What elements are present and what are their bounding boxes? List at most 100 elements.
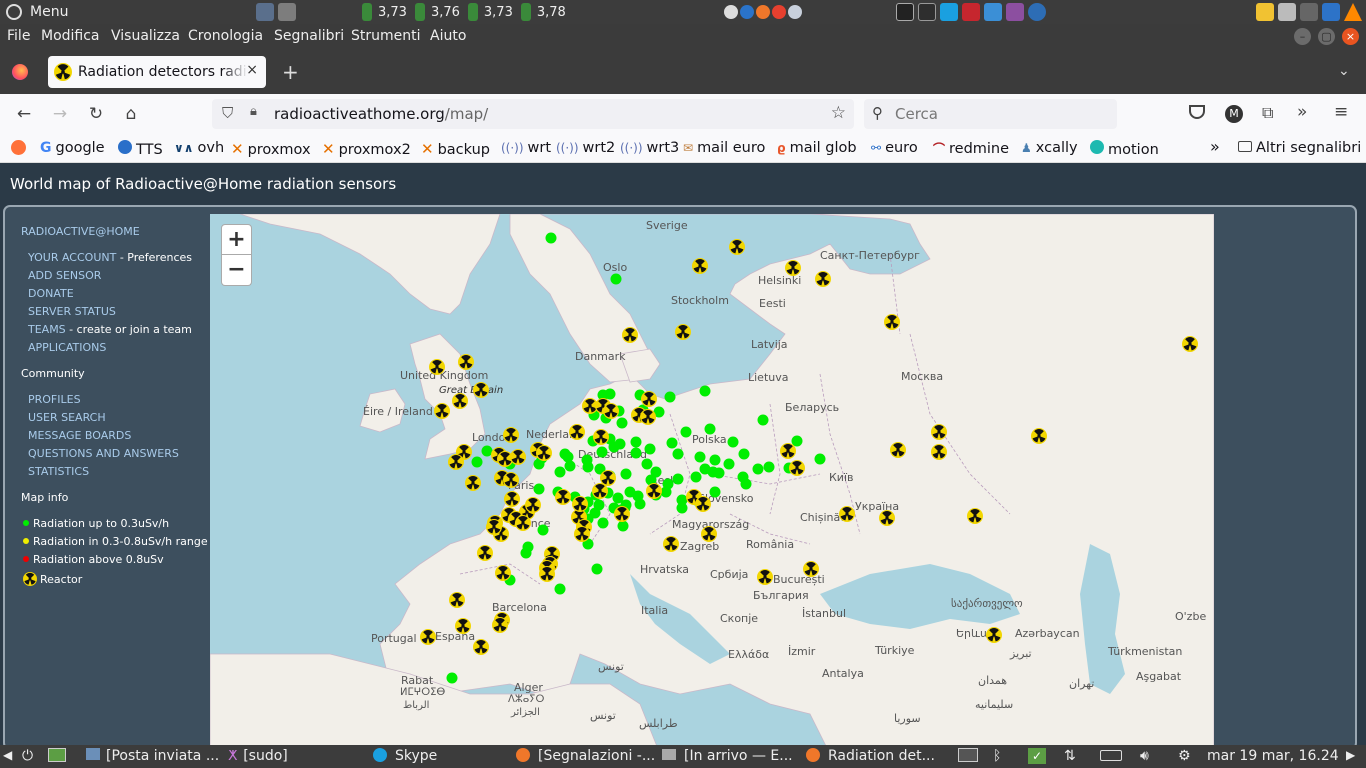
bookmark-euro[interactable]: ⚯ euro: [871, 140, 918, 156]
taskbar-item-segnalazioni[interactable]: [Segnalazioni -...: [516, 748, 655, 764]
bookmark-proxmox[interactable]: ✕ proxmox: [231, 140, 311, 158]
bookmark-mail-glob[interactable]: ϱ mail glob: [777, 140, 857, 156]
tab-radiation-detectors[interactable]: Radiation detectors radioa ×: [48, 56, 266, 88]
battery-icon[interactable]: [1100, 748, 1122, 764]
chrome-launcher-icon[interactable]: [772, 5, 786, 19]
menu-visualizza[interactable]: Visualizza: [111, 28, 180, 44]
taskbar-item-skype[interactable]: Skype: [373, 748, 437, 764]
new-tab-button[interactable]: +: [282, 60, 299, 84]
workspace-icon[interactable]: [256, 3, 274, 21]
disk-icon[interactable]: [1300, 3, 1318, 21]
menu-modifica[interactable]: Modifica: [41, 28, 100, 44]
taskbar-item-sudo[interactable]: ⵅ [sudo]: [228, 748, 288, 764]
shield-icon[interactable]: ⛉: [222, 104, 233, 122]
menu-aiuto[interactable]: Aiuto: [430, 28, 466, 44]
menu-button[interactable]: Menu: [4, 0, 68, 24]
forward-arrow-icon[interactable]: →: [50, 104, 70, 124]
taskbar-item-posta[interactable]: [Posta inviata ...: [86, 748, 219, 764]
taskbar-item-in-arrivo[interactable]: [In arrivo — E...: [662, 748, 793, 764]
sidebar-link-questions-answers[interactable]: QUESTIONS AND ANSWERS: [28, 447, 179, 460]
bookmark-redmine[interactable]: ⌒ redmine: [933, 140, 1009, 157]
pocket-icon[interactable]: [1189, 105, 1205, 119]
sidebar-link-statistics[interactable]: STATISTICS: [28, 465, 89, 478]
image-viewer-icon[interactable]: [1322, 3, 1340, 21]
filezilla-launcher-icon[interactable]: [962, 3, 980, 21]
back-arrow-icon[interactable]: ←: [14, 104, 34, 124]
system-monitor-launcher-icon[interactable]: [918, 3, 936, 21]
sidebar-link-profiles[interactable]: PROFILES: [28, 393, 81, 406]
clock[interactable]: mar 19 mar, 16.24: [1207, 748, 1339, 764]
calculator-icon[interactable]: [1278, 3, 1296, 21]
home-icon[interactable]: ⌂: [121, 104, 141, 124]
lock-icon[interactable]: 🔒︎: [250, 104, 257, 119]
panel-right-arrow-icon[interactable]: ▶: [1346, 748, 1355, 762]
panel-left-arrow-icon[interactable]: ◀: [3, 748, 12, 762]
screen-tray-icon[interactable]: [958, 748, 978, 766]
vlc-icon[interactable]: [1344, 3, 1362, 21]
remote-desktop-launcher-icon[interactable]: [1006, 3, 1024, 21]
window-close-button[interactable]: ×: [1342, 28, 1359, 45]
url-bar[interactable]: ⛉ 🔒︎ radioactiveathome.org/map/ ☆: [212, 99, 854, 129]
power-icon[interactable]: ⏻: [22, 748, 33, 764]
mail-launcher-icon[interactable]: [724, 5, 738, 19]
browser-launcher-icon[interactable]: [788, 5, 802, 19]
bookmark-wrt[interactable]: ((·)) wrt: [501, 140, 551, 156]
bookmark-mail-euro[interactable]: ✉ mail euro: [683, 140, 765, 156]
bookmark-xcally[interactable]: ♟ xcally: [1021, 140, 1078, 156]
menu-cronologia[interactable]: Cronologia: [188, 28, 263, 44]
sidebar-link-add-sensor[interactable]: ADD SENSOR: [28, 269, 101, 282]
update-check-icon[interactable]: ✓: [1028, 748, 1046, 764]
thunderbird-launcher-icon[interactable]: [740, 5, 754, 19]
bookmark-ovh[interactable]: ∨∧ ovh: [174, 140, 224, 156]
firefox-launcher-icon[interactable]: [756, 5, 770, 19]
menu-segnalibri[interactable]: Segnalibri: [274, 28, 344, 44]
overflow-chevron-icon[interactable]: »: [1297, 102, 1307, 122]
sidebar-link-message-boards[interactable]: MESSAGE BOARDS: [28, 429, 131, 442]
sidebar-link-your-account[interactable]: YOUR ACCOUNT: [28, 251, 116, 264]
sidebar-brand[interactable]: RADIOACTIVE@HOME: [21, 225, 140, 238]
sensor-map[interactable]: + − Sverige Oslo Stockholm Helsinki Санк…: [210, 214, 1214, 754]
network-icon[interactable]: ⇅: [1064, 748, 1076, 764]
terminal-launcher-icon[interactable]: [896, 3, 914, 21]
search-bar[interactable]: ⚲ Cerca: [864, 99, 1117, 129]
bookmark-tts[interactable]: TTS: [118, 140, 163, 158]
taskbar-item-radiation[interactable]: Radiation det...: [806, 748, 935, 764]
menu-strumenti[interactable]: Strumenti: [351, 28, 421, 44]
sidebar-link-donate[interactable]: DONATE: [28, 287, 74, 300]
teamviewer-launcher-icon[interactable]: [1028, 3, 1046, 21]
bookmark-google[interactable]: Ggoogle: [40, 140, 105, 156]
list-tabs-chevron-icon[interactable]: ⌄: [1338, 63, 1350, 79]
menu-file[interactable]: File: [7, 28, 30, 44]
settings-gear-icon[interactable]: ⚙: [1178, 748, 1191, 764]
sidebar-link-server-status[interactable]: SERVER STATUS: [28, 305, 116, 318]
tab-close-button[interactable]: ×: [246, 62, 258, 78]
monitor-icon[interactable]: [278, 3, 296, 21]
minimize-button[interactable]: –: [1294, 28, 1311, 45]
show-desktop-icon[interactable]: [48, 748, 66, 766]
bookmark-proxmox2[interactable]: ✕ proxmox2: [322, 140, 411, 158]
hamburger-menu-icon[interactable]: ≡: [1334, 102, 1348, 122]
other-bookmarks-folder[interactable]: Altri segnalibri: [1238, 140, 1361, 156]
account-avatar[interactable]: M: [1225, 105, 1243, 123]
bookmark-wrt3[interactable]: ((·)) wrt3: [620, 140, 679, 156]
bookmark-wrt2[interactable]: ((·)) wrt2: [556, 140, 615, 156]
bookmarks-overflow-chevron-icon[interactable]: »: [1210, 137, 1220, 156]
firefox-bookmark-icon[interactable]: [11, 140, 30, 159]
zoom-out-button[interactable]: −: [221, 255, 252, 286]
app-grid-icon[interactable]: [1256, 3, 1274, 21]
extensions-icon[interactable]: ⧉: [1262, 103, 1273, 123]
monitor-app-launcher-icon[interactable]: [984, 3, 1002, 21]
zoom-in-button[interactable]: +: [221, 224, 252, 255]
bluetooth-icon[interactable]: ᛒ: [993, 748, 1001, 764]
reload-icon[interactable]: ↻: [86, 104, 106, 124]
maximize-button[interactable]: ▢: [1318, 28, 1335, 45]
volume-icon[interactable]: 🔊︎: [1140, 748, 1149, 764]
firefox-view-icon[interactable]: [12, 64, 28, 80]
sidebar-link-teams[interactable]: TEAMS: [28, 323, 66, 336]
sidebar-link-user-search[interactable]: USER SEARCH: [28, 411, 106, 424]
bookmark-motion[interactable]: motion: [1090, 140, 1159, 158]
bookmark-backup[interactable]: ✕ backup: [421, 140, 490, 158]
sidebar-link-applications[interactable]: APPLICATIONS: [28, 341, 106, 354]
skype-launcher-icon[interactable]: [940, 3, 958, 21]
bookmark-star-icon[interactable]: ☆: [831, 103, 846, 123]
